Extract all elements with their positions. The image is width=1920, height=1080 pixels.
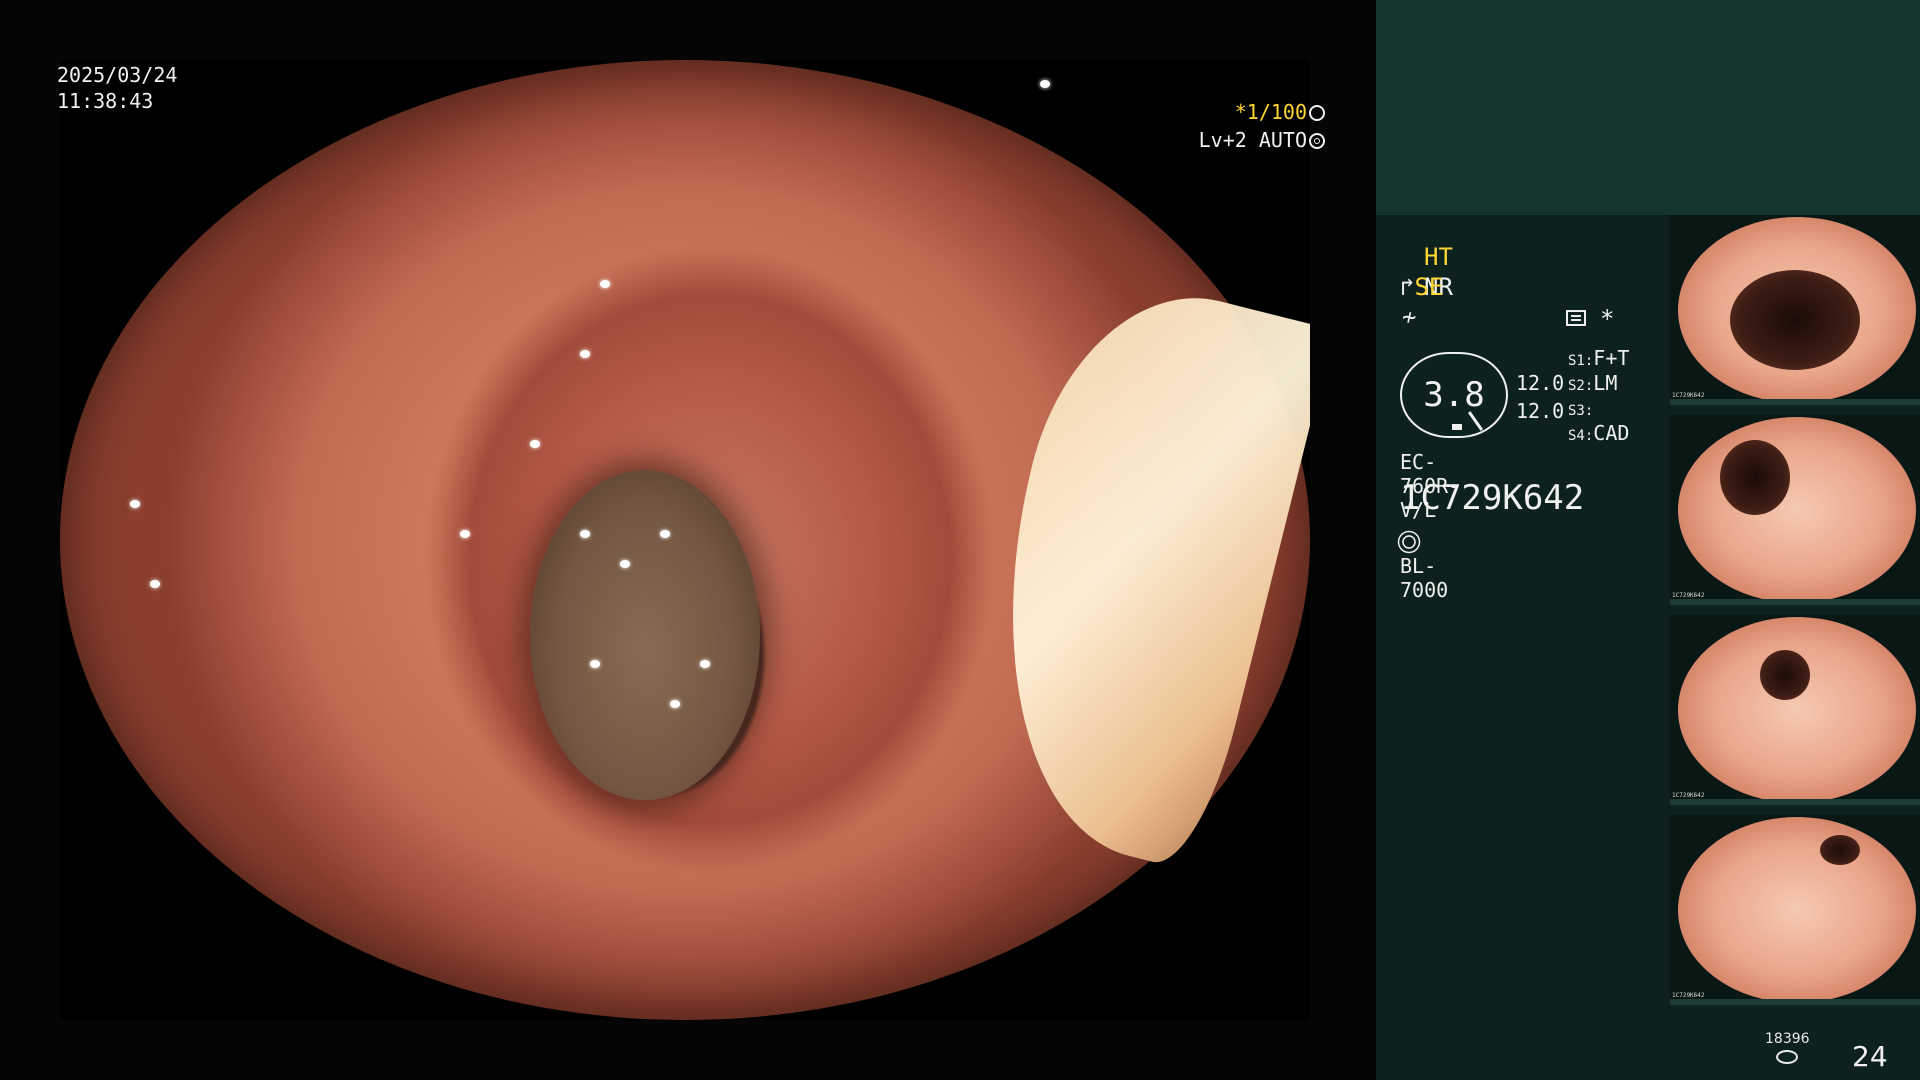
structure-enhance-icon: ↱ [1400, 273, 1415, 301]
asterisk-icon: * [1600, 305, 1615, 333]
se-mode: SE [1414, 273, 1444, 301]
light-reflection [580, 530, 590, 538]
light-source-row: BL-7000 [1400, 530, 1448, 602]
scope-serial: 1C729K642 [1400, 478, 1585, 518]
preset-s2: S2:LM [1568, 371, 1618, 395]
thumb-image [1678, 617, 1916, 803]
zoom-value: 3.8 [1423, 375, 1485, 415]
sun-icon [1402, 535, 1416, 549]
zoom-gauge: 3.8 [1400, 352, 1508, 438]
light-reflection [660, 530, 670, 538]
light-reflection [620, 560, 630, 568]
thumb-status-bar [1670, 999, 1920, 1005]
shutter-icon [1309, 105, 1325, 121]
preset-s1: S1:F+T [1568, 346, 1630, 370]
thumb-lumen [1730, 270, 1860, 370]
light-reflection [670, 700, 680, 708]
preset-s4: S4:CAD [1568, 421, 1630, 445]
light-reflection [130, 500, 140, 508]
database-icon [1776, 1050, 1798, 1064]
mode-row-2: ↱SE [1400, 272, 1443, 302]
thumb-lumen [1720, 440, 1790, 515]
light-source: BL-7000 [1400, 554, 1449, 602]
side-panel-header [1376, 0, 1920, 215]
thumb-status-bar [1670, 799, 1920, 805]
thumb-lumen [1760, 650, 1810, 700]
preset-s3: S3: [1568, 403, 1594, 419]
light-reflection [700, 660, 710, 668]
light-reflection [460, 530, 470, 538]
captured-image-thumb[interactable]: 1C729K642 [1670, 415, 1920, 605]
light-reflection [530, 440, 540, 448]
thumb-label: 1C729K642 [1672, 592, 1705, 599]
storage-count: 18396 [1765, 1031, 1810, 1047]
iris-icon [1309, 133, 1325, 149]
settings-panel-icon [1566, 310, 1586, 326]
endoscopy-screen: 2025/03/24 11:38:43 *1/100 Lv+2 AUTO HT … [0, 0, 1920, 1080]
shutter-info: *1/100 Lv+2 AUTO [1199, 98, 1325, 154]
light-reflection [600, 280, 610, 288]
gauge-mark-icon [1452, 424, 1462, 430]
light-reflection [580, 350, 590, 358]
freeze-icon: ≁ [1402, 303, 1417, 331]
light-reflection [1040, 80, 1050, 88]
thumb-label: 1C729K642 [1672, 792, 1705, 799]
shutter-speed: *1/100 [1234, 100, 1307, 124]
captured-images-list: 1C729K642 1C729K642 1C729K642 1C729K642 [1670, 215, 1920, 1015]
thumb-lumen [1820, 835, 1860, 865]
thumb-status-bar [1670, 599, 1920, 605]
thumb-status-bar [1670, 399, 1920, 405]
endoscope-live-view [60, 60, 1310, 1020]
image-count: 24 [1852, 1040, 1888, 1073]
light-reflection [590, 660, 600, 668]
captured-image-thumb[interactable]: 1C729K642 [1670, 215, 1920, 405]
ht-mode: HT [1424, 243, 1453, 271]
thumb-image [1678, 417, 1916, 603]
exam-time: 11:38:43 [57, 89, 154, 113]
brightness-level: Lv+2 [1198, 128, 1247, 152]
thumb-label: 1C729K642 [1672, 392, 1705, 399]
captured-image-thumb[interactable]: 1C729K642 [1670, 815, 1920, 1005]
captured-image-thumb[interactable]: 1C729K642 [1670, 615, 1920, 805]
brightness-mode: AUTO [1258, 128, 1307, 152]
thumb-label: 1C729K642 [1672, 992, 1705, 999]
thumb-image [1678, 817, 1916, 1003]
exam-date: 2025/03/24 [57, 63, 178, 87]
pair-value-1: 12.0 [1516, 371, 1565, 395]
exam-datetime: 2025/03/24 11:38:43 [57, 62, 177, 114]
light-reflection [150, 580, 160, 588]
lumen-region [530, 470, 760, 800]
pair-value-2: 12.0 [1516, 399, 1565, 423]
